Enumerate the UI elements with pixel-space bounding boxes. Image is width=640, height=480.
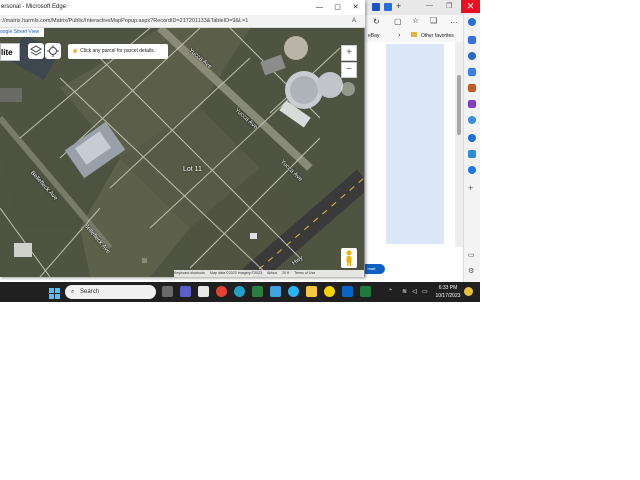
copilot-icon[interactable]: [468, 18, 476, 26]
search-icon: ⌕: [71, 289, 75, 295]
locate-icon[interactable]: [45, 43, 61, 59]
task-view-icon[interactable]: [162, 286, 173, 297]
maximize-icon[interactable]: ❐: [446, 2, 452, 10]
excel-icon[interactable]: [360, 286, 371, 297]
office-icon[interactable]: [468, 116, 476, 124]
maximize-icon[interactable]: ▢: [328, 0, 347, 15]
terms-link[interactable]: Terms of Use: [294, 271, 315, 275]
map-canvas[interactable]: Yucca Ave Yucca Ave Yucca Ave Bellefleck…: [0, 28, 364, 277]
taskbar-search-box[interactable]: ⌕ Search: [65, 285, 156, 299]
chrome-icon[interactable]: [216, 286, 227, 297]
favorite-ebay[interactable]: eBay: [368, 33, 379, 39]
satellite-map[interactable]: [0, 28, 364, 277]
map-type-button[interactable]: lite: [0, 43, 20, 61]
store-icon[interactable]: [198, 286, 209, 297]
zoom-in-button[interactable]: +: [341, 45, 357, 61]
hint-text: Click any parcel for parcel details.: [80, 48, 155, 54]
minimize-icon[interactable]: —: [310, 0, 329, 15]
address-bar[interactable]: ://matrix.harmls.com/Matrix/Public/Inter…: [0, 15, 365, 28]
layers-icon[interactable]: [28, 43, 44, 59]
tag-icon[interactable]: [468, 68, 476, 76]
outlook-icon[interactable]: [468, 134, 476, 142]
refresh-icon[interactable]: ↻: [373, 17, 380, 26]
search-icon[interactable]: [468, 52, 476, 60]
l-app-icon[interactable]: [270, 286, 281, 297]
system-tray: ⌃ ≋ ◁ ▭: [384, 284, 480, 302]
clock-date: 10/17/2023: [435, 293, 461, 299]
notification-icon[interactable]: [468, 36, 476, 44]
search-placeholder: Search: [80, 289, 100, 295]
sidebar-toggle-icon[interactable]: ▭: [468, 251, 475, 259]
battery-icon[interactable]: ▭: [422, 288, 428, 295]
scale-text: 20 ft: [282, 271, 290, 275]
tools-icon[interactable]: [468, 84, 476, 92]
tab-icon[interactable]: [372, 3, 380, 11]
pointer-hand-icon: ☝: [72, 48, 79, 54]
cortana-icon[interactable]: [288, 286, 299, 297]
favorite-other[interactable]: Other favorites: [421, 33, 454, 39]
zoom-out-button[interactable]: −: [341, 62, 357, 78]
notification-icon[interactable]: [464, 287, 473, 296]
games-icon[interactable]: [468, 100, 476, 108]
outlook-icon[interactable]: [342, 286, 353, 297]
mail-icon[interactable]: [252, 286, 263, 297]
popup-titlebar: ersonal - Microsoft Edge — ▢ ✕: [0, 0, 365, 15]
favorites-bar: eBay › Other favorites: [364, 31, 464, 42]
compass-icon[interactable]: [341, 82, 355, 96]
edge-sidebar: + ▭ ⚙: [463, 15, 480, 282]
tab-icon[interactable]: [384, 3, 392, 11]
street-view-link[interactable]: oogle Street View: [0, 28, 44, 37]
pegman-icon[interactable]: [341, 248, 357, 268]
settings-gear-icon[interactable]: ⚙: [468, 267, 474, 275]
windows-start-icon[interactable]: [49, 286, 60, 299]
volume-icon[interactable]: ◁: [412, 288, 417, 295]
send-icon[interactable]: [468, 150, 476, 158]
norton-icon[interactable]: [324, 286, 335, 297]
new-tab-icon[interactable]: +: [396, 1, 401, 11]
map-data-text: Map data ©2023 Imagery ©2023: [209, 271, 263, 275]
clock[interactable]: 6:33 PM 10/17/2023: [433, 284, 463, 302]
facebook-icon[interactable]: [468, 166, 476, 174]
favorites-star-icon[interactable]: ☆: [412, 16, 419, 25]
wifi-icon[interactable]: ≋: [402, 288, 407, 295]
url-text[interactable]: ://matrix.harmls.com/Matrix/Public/Inter…: [0, 18, 248, 24]
minimize-icon[interactable]: —: [426, 2, 433, 9]
background-blue-panel: [386, 44, 444, 244]
window-title: ersonal - Microsoft Edge: [1, 4, 67, 10]
background-toolbar: ↻ ▢ ☆ ❏ …: [364, 15, 464, 31]
teams-icon[interactable]: [180, 286, 191, 297]
keyboard-shortcuts-link[interactable]: Keyboard shortcuts: [174, 271, 205, 275]
more-icon[interactable]: …: [450, 16, 458, 25]
folder-icon[interactable]: [306, 286, 317, 297]
folder-icon: [411, 32, 417, 37]
close-icon[interactable]: ✕: [461, 0, 480, 13]
airbus-text: Airbus: [267, 271, 278, 275]
close-icon[interactable]: ✕: [346, 0, 365, 15]
lot-label[interactable]: Lot 11: [183, 166, 202, 173]
scrollbar-thumb[interactable]: [457, 75, 461, 135]
split-screen-icon[interactable]: ▢: [394, 17, 402, 26]
chevron-right-icon[interactable]: ›: [398, 32, 400, 39]
add-icon[interactable]: +: [468, 183, 473, 193]
map-attribution: Keyboard shortcuts Map data ©2023 Imager…: [174, 270, 364, 277]
collections-icon[interactable]: ❏: [430, 16, 437, 25]
edge-icon[interactable]: [234, 286, 245, 297]
parcel-hint-box: ☝ Click any parcel for parcel details.: [68, 44, 168, 59]
chevron-up-icon[interactable]: ⌃: [388, 288, 393, 295]
clock-time: 6:33 PM: [438, 285, 458, 291]
read-aloud-icon[interactable]: A: [352, 15, 356, 28]
